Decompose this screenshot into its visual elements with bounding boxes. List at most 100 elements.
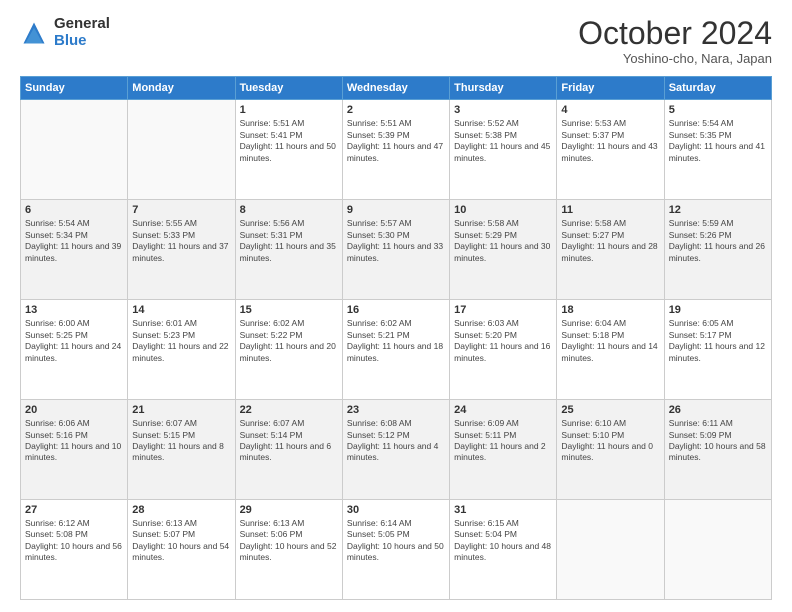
calendar-cell: 23 Sunrise: 6:08 AMSunset: 5:12 PMDayligh… — [342, 400, 449, 500]
title-area: October 2024 Yoshino-cho, Nara, Japan — [578, 16, 772, 66]
day-info: Sunrise: 5:58 AMSunset: 5:27 PMDaylight:… — [561, 218, 659, 264]
day-number: 8 — [240, 204, 338, 216]
day-info: Sunrise: 6:11 AMSunset: 5:09 PMDaylight:… — [669, 418, 767, 464]
day-number: 4 — [561, 104, 659, 116]
calendar-cell: 28Sunrise: 6:13 AMSunset: 5:07 PMDayligh… — [128, 500, 235, 600]
day-info: Sunrise: 6:01 AMSunset: 5:23 PMDaylight:… — [132, 318, 230, 364]
calendar-cell: 11 Sunrise: 5:58 AMSunset: 5:27 PMDayligh… — [557, 200, 664, 300]
calendar-cell — [664, 500, 771, 600]
day-number: 16 — [347, 304, 445, 316]
day-info: Sunrise: 6:09 AMSunset: 5:11 PMDaylight:… — [454, 418, 552, 464]
day-info: Sunrise: 6:15 AMSunset: 5:04 PMDaylight:… — [454, 518, 552, 564]
calendar-cell: 10 Sunrise: 5:58 AMSunset: 5:29 PMDayligh… — [450, 200, 557, 300]
day-number: 14 — [132, 304, 230, 316]
day-number: 7 — [132, 204, 230, 216]
calendar-cell: 14 Sunrise: 6:01 AMSunset: 5:23 PMDayligh… — [128, 300, 235, 400]
calendar-cell: 29Sunrise: 6:13 AMSunset: 5:06 PMDayligh… — [235, 500, 342, 600]
day-number: 10 — [454, 204, 552, 216]
day-number: 22 — [240, 404, 338, 416]
col-thursday: Thursday — [450, 77, 557, 100]
calendar-cell: 21 Sunrise: 6:07 AMSunset: 5:15 PMDayligh… — [128, 400, 235, 500]
calendar-week-row: 13 Sunrise: 6:00 AMSunset: 5:25 PMDayligh… — [21, 300, 772, 400]
day-number: 25 — [561, 404, 659, 416]
day-info: Sunrise: 5:56 AMSunset: 5:31 PMDaylight:… — [240, 218, 338, 264]
calendar-cell: 5 Sunrise: 5:54 AMSunset: 5:35 PMDaylight… — [664, 100, 771, 200]
day-info: Sunrise: 6:04 AMSunset: 5:18 PMDaylight:… — [561, 318, 659, 364]
month-title: October 2024 — [578, 16, 772, 51]
day-number: 31 — [454, 504, 552, 516]
day-info: Sunrise: 6:00 AMSunset: 5:25 PMDaylight:… — [25, 318, 123, 364]
day-info: Sunrise: 5:54 AMSunset: 5:35 PMDaylight:… — [669, 118, 767, 164]
day-number: 12 — [669, 204, 767, 216]
calendar-cell: 13 Sunrise: 6:00 AMSunset: 5:25 PMDayligh… — [21, 300, 128, 400]
day-info: Sunrise: 6:07 AMSunset: 5:15 PMDaylight:… — [132, 418, 230, 464]
day-number: 26 — [669, 404, 767, 416]
calendar-table: Sunday Monday Tuesday Wednesday Thursday… — [20, 76, 772, 600]
day-number: 11 — [561, 204, 659, 216]
col-monday: Monday — [128, 77, 235, 100]
calendar-cell: 7Sunrise: 5:55 AMSunset: 5:33 PMDaylight… — [128, 200, 235, 300]
day-number: 17 — [454, 304, 552, 316]
calendar-cell: 31 Sunrise: 6:15 AMSunset: 5:04 PMDayligh… — [450, 500, 557, 600]
day-number: 30 — [347, 504, 445, 516]
day-number: 27 — [25, 504, 123, 516]
calendar-cell: 19Sunrise: 6:05 AMSunset: 5:17 PMDayligh… — [664, 300, 771, 400]
day-info: Sunrise: 6:13 AMSunset: 5:07 PMDaylight:… — [132, 518, 230, 564]
calendar-week-row: 20Sunrise: 6:06 AMSunset: 5:16 PMDayligh… — [21, 400, 772, 500]
col-friday: Friday — [557, 77, 664, 100]
calendar-cell: 18 Sunrise: 6:04 AMSunset: 5:18 PMDayligh… — [557, 300, 664, 400]
day-number: 5 — [669, 104, 767, 116]
logo-text: General Blue — [54, 16, 110, 49]
calendar-cell: 20Sunrise: 6:06 AMSunset: 5:16 PMDayligh… — [21, 400, 128, 500]
logo-general-text: General — [54, 16, 110, 33]
day-info: Sunrise: 6:10 AMSunset: 5:10 PMDaylight:… — [561, 418, 659, 464]
day-info: Sunrise: 5:51 AMSunset: 5:41 PMDaylight:… — [240, 118, 338, 164]
calendar-cell: 8 Sunrise: 5:56 AMSunset: 5:31 PMDaylight… — [235, 200, 342, 300]
day-number: 13 — [25, 304, 123, 316]
day-number: 23 — [347, 404, 445, 416]
day-number: 21 — [132, 404, 230, 416]
day-number: 18 — [561, 304, 659, 316]
day-info: Sunrise: 6:12 AMSunset: 5:08 PMDaylight:… — [25, 518, 123, 564]
day-info: Sunrise: 6:13 AMSunset: 5:06 PMDaylight:… — [240, 518, 338, 564]
day-info: Sunrise: 5:52 AMSunset: 5:38 PMDaylight:… — [454, 118, 552, 164]
day-number: 19 — [669, 304, 767, 316]
calendar-cell: 9Sunrise: 5:57 AMSunset: 5:30 PMDaylight… — [342, 200, 449, 300]
calendar-cell: 12 Sunrise: 5:59 AMSunset: 5:26 PMDayligh… — [664, 200, 771, 300]
col-sunday: Sunday — [21, 77, 128, 100]
col-tuesday: Tuesday — [235, 77, 342, 100]
day-info: Sunrise: 5:51 AMSunset: 5:39 PMDaylight:… — [347, 118, 445, 164]
logo: General Blue — [20, 16, 110, 49]
page: General Blue October 2024 Yoshino-cho, N… — [0, 0, 792, 612]
location: Yoshino-cho, Nara, Japan — [578, 51, 772, 66]
calendar-cell: 17 Sunrise: 6:03 AMSunset: 5:20 PMDayligh… — [450, 300, 557, 400]
calendar-cell — [557, 500, 664, 600]
day-info: Sunrise: 6:02 AMSunset: 5:21 PMDaylight:… — [347, 318, 445, 364]
day-info: Sunrise: 6:07 AMSunset: 5:14 PMDaylight:… — [240, 418, 338, 464]
day-info: Sunrise: 5:58 AMSunset: 5:29 PMDaylight:… — [454, 218, 552, 264]
day-info: Sunrise: 6:08 AMSunset: 5:12 PMDaylight:… — [347, 418, 445, 464]
day-number: 24 — [454, 404, 552, 416]
calendar-cell: 2Sunrise: 5:51 AMSunset: 5:39 PMDaylight… — [342, 100, 449, 200]
calendar-week-row: 1Sunrise: 5:51 AMSunset: 5:41 PMDaylight… — [21, 100, 772, 200]
day-number: 6 — [25, 204, 123, 216]
day-info: Sunrise: 6:03 AMSunset: 5:20 PMDaylight:… — [454, 318, 552, 364]
calendar-cell — [21, 100, 128, 200]
calendar-cell: 16 Sunrise: 6:02 AMSunset: 5:21 PMDayligh… — [342, 300, 449, 400]
calendar-cell: 3Sunrise: 5:52 AMSunset: 5:38 PMDaylight… — [450, 100, 557, 200]
calendar-header-row: Sunday Monday Tuesday Wednesday Thursday… — [21, 77, 772, 100]
col-wednesday: Wednesday — [342, 77, 449, 100]
calendar-cell: 30Sunrise: 6:14 AMSunset: 5:05 PMDayligh… — [342, 500, 449, 600]
day-info: Sunrise: 5:53 AMSunset: 5:37 PMDaylight:… — [561, 118, 659, 164]
calendar-cell: 15Sunrise: 6:02 AMSunset: 5:22 PMDayligh… — [235, 300, 342, 400]
day-info: Sunrise: 5:59 AMSunset: 5:26 PMDaylight:… — [669, 218, 767, 264]
logo-icon — [20, 19, 48, 47]
calendar-cell: 4 Sunrise: 5:53 AMSunset: 5:37 PMDaylight… — [557, 100, 664, 200]
calendar-week-row: 27 Sunrise: 6:12 AMSunset: 5:08 PMDayligh… — [21, 500, 772, 600]
calendar-cell: 26 Sunrise: 6:11 AMSunset: 5:09 PMDayligh… — [664, 400, 771, 500]
col-saturday: Saturday — [664, 77, 771, 100]
calendar-week-row: 6Sunrise: 5:54 AMSunset: 5:34 PMDaylight… — [21, 200, 772, 300]
calendar-cell — [128, 100, 235, 200]
calendar-cell: 22 Sunrise: 6:07 AMSunset: 5:14 PMDayligh… — [235, 400, 342, 500]
calendar-cell: 6Sunrise: 5:54 AMSunset: 5:34 PMDaylight… — [21, 200, 128, 300]
